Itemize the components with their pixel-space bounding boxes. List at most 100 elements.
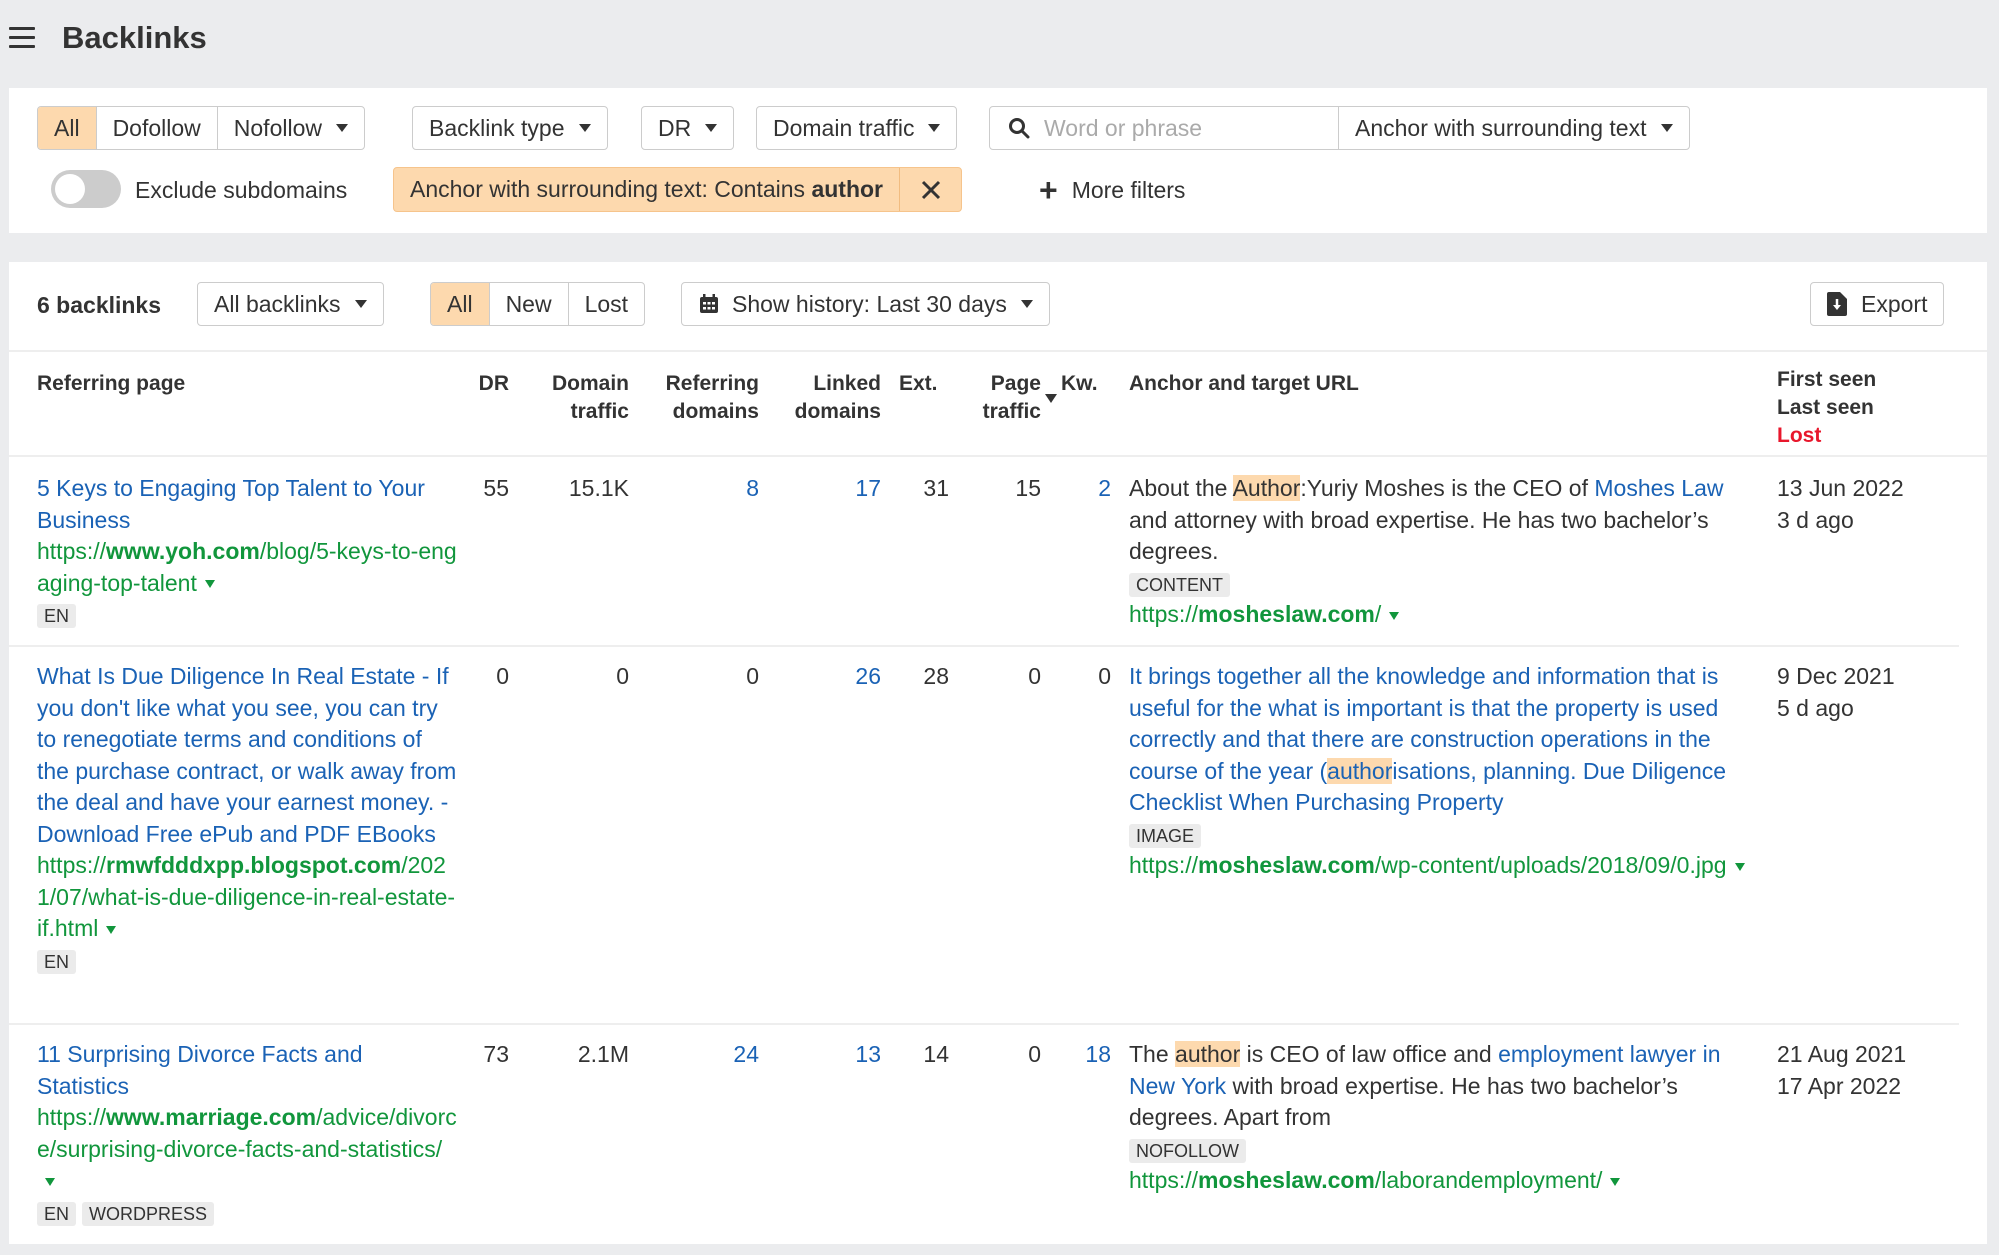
referring-page-url[interactable]: https://rmwfdddxpp.blogspot.com/2021/07/… [37, 850, 457, 945]
status-filter: All New Lost [430, 282, 646, 326]
backlinks-scope-dropdown[interactable]: All backlinks [197, 282, 384, 326]
search-input[interactable] [1042, 113, 1322, 143]
exclude-subdomains-toggle[interactable] [51, 170, 121, 208]
anchor-part: and attorney with broad expertise. He ha… [1129, 506, 1709, 565]
referring-page-title[interactable]: What Is Due Diligence In Real Estate - I… [37, 661, 457, 850]
status-all[interactable]: All [431, 283, 490, 325]
first-seen-value: 21 Aug 2021 [1777, 1041, 1907, 1067]
referring-page-url[interactable]: https://www.yoh.com/blog/5-keys-to-engag… [37, 536, 457, 599]
remove-filter-button[interactable] [899, 168, 961, 211]
target-url[interactable]: https://mosheslaw.com/wp-content/uploads… [1129, 850, 1759, 882]
col-domain-traffic[interactable]: Domain traffic [519, 370, 629, 426]
anchor-part: Author [1232, 475, 1301, 501]
chevron-down-icon[interactable] [204, 580, 215, 589]
active-filter-term: author [811, 176, 883, 202]
linked-domains-value[interactable]: 26 [769, 661, 881, 693]
table-header: Referring page DR Domain traffic Referrin… [9, 350, 1987, 457]
chevron-down-icon [1660, 124, 1673, 132]
dr-label: DR [658, 114, 692, 141]
referring-page-title[interactable]: 11 Surprising Divorce Facts and Statisti… [37, 1039, 457, 1102]
first-seen-value: 13 Jun 2022 [1777, 475, 1904, 501]
page-traffic-value: 15 [1015, 475, 1041, 501]
search-field [989, 106, 1339, 150]
first-seen-value: 9 Dec 2021 [1777, 663, 1895, 689]
domain-traffic-dropdown[interactable]: Domain traffic [756, 106, 958, 150]
status-lost[interactable]: Lost [569, 283, 644, 325]
ext-value: 28 [923, 663, 949, 689]
backlinks-count: 6 backlinks [37, 292, 162, 318]
referring-domains-value[interactable]: 8 [639, 473, 759, 505]
anchor-cell: The author is CEO of law office and empl… [1129, 1039, 1759, 1197]
chevron-down-icon[interactable] [106, 925, 117, 934]
col-referring-domains[interactable]: Referring domains [639, 370, 759, 426]
filters-panel: All Dofollow Nofollow Backlink type DR D… [9, 88, 1987, 233]
kw-value: 0 [1098, 663, 1111, 689]
anchor-part[interactable]: Moshes Law [1594, 475, 1723, 501]
chevron-down-icon[interactable] [45, 1177, 55, 1186]
chevron-down-icon [928, 124, 941, 132]
anchor-text: The author is CEO of law office and empl… [1129, 1039, 1759, 1134]
chevron-down-icon[interactable] [1610, 1177, 1621, 1186]
col-ext[interactable]: Ext. [899, 370, 938, 398]
url-path: / [1374, 601, 1382, 627]
page-title: Backlinks [62, 20, 207, 55]
col-page-traffic-line2: traffic [982, 400, 1041, 423]
anchor-part: The [1129, 1041, 1176, 1067]
col-linked-domains-line1: Linked [813, 372, 881, 395]
target-url[interactable]: https://mosheslaw.com/ [1129, 599, 1759, 631]
tags: EN [37, 945, 457, 977]
page-traffic-value: 0 [1028, 1041, 1041, 1067]
top-bar: Backlinks [0, 0, 1999, 86]
table-row: 5 Keys to Engaging Top Talent to Your Bu… [9, 459, 1959, 647]
dr-dropdown[interactable]: DR [641, 106, 735, 150]
referring-page-cell: What Is Due Diligence In Real Estate - I… [37, 661, 457, 976]
search-scope-dropdown[interactable]: Anchor with surrounding text [1338, 106, 1690, 150]
sort-desc-icon[interactable] [1045, 394, 1057, 403]
backlink-type-label: Backlink type [429, 114, 565, 141]
history-dropdown[interactable]: Show history: Last 30 days [681, 282, 1050, 326]
export-icon [1827, 292, 1847, 316]
hamburger-menu-icon[interactable] [9, 27, 35, 49]
col-page-traffic[interactable]: Page traffic [961, 370, 1041, 426]
linked-domains-value[interactable]: 17 [769, 473, 881, 505]
link-type-all[interactable]: All [38, 107, 97, 149]
url-prefix: https:// [37, 1104, 107, 1130]
referring-domains-value: 0 [746, 663, 759, 689]
table-row: 11 Surprising Divorce Facts and Statisti… [9, 1025, 1959, 1255]
referring-page-url[interactable]: https://www.marriage.com/advice/divorce/… [37, 1102, 457, 1197]
link-type-badge: NOFOLLOW [1129, 1138, 1247, 1163]
chevron-down-icon[interactable] [1734, 862, 1745, 871]
status-new[interactable]: New [490, 283, 569, 325]
more-filters-button[interactable]: + More filters [1039, 168, 1185, 212]
col-dates[interactable]: First seen Last seen Lost [1777, 366, 1876, 450]
export-button[interactable]: Export [1810, 282, 1945, 326]
kw-value[interactable]: 2 [1061, 473, 1111, 505]
anchor-part: is CEO of law office and [1240, 1041, 1499, 1067]
referring-page-title[interactable]: 5 Keys to Engaging Top Talent to Your Bu… [37, 473, 457, 536]
ext-value: 14 [923, 1041, 949, 1067]
backlink-type-dropdown[interactable]: Backlink type [412, 106, 608, 150]
referring-domains-value[interactable]: 24 [639, 1039, 759, 1071]
url-domain: rmwfdddxpp.blogspot.com [106, 852, 402, 878]
col-kw[interactable]: Kw. [1061, 370, 1098, 398]
kw-value[interactable]: 18 [1061, 1039, 1111, 1071]
link-type-badge: IMAGE [1129, 823, 1202, 848]
domain-traffic-value: 2.1M [577, 1041, 629, 1067]
url-path: /laborandemployment/ [1374, 1167, 1603, 1193]
col-dr[interactable]: DR [469, 370, 509, 398]
history-label: Show history: Last 30 days [732, 290, 1007, 317]
anchor-part[interactable]: author [1327, 757, 1393, 784]
link-type-nofollow[interactable]: Nofollow [218, 107, 364, 149]
referring-page-cell: 11 Surprising Divorce Facts and Statisti… [37, 1039, 457, 1228]
linked-domains-value[interactable]: 13 [769, 1039, 881, 1071]
url-prefix: https:// [1129, 852, 1199, 878]
target-url[interactable]: https://mosheslaw.com/laborandemployment… [1129, 1165, 1759, 1197]
url-prefix: https:// [1129, 1167, 1199, 1193]
url-domain: mosheslaw.com [1198, 601, 1375, 627]
chevron-down-icon[interactable] [1389, 611, 1400, 620]
link-type-dofollow[interactable]: Dofollow [97, 107, 218, 149]
active-filter-text[interactable]: Anchor with surrounding text: Contains a… [394, 176, 899, 203]
col-anchor[interactable]: Anchor and target URL [1129, 370, 1359, 398]
col-referring-page[interactable]: Referring page [37, 370, 185, 398]
col-linked-domains[interactable]: Linked domains [769, 370, 881, 426]
